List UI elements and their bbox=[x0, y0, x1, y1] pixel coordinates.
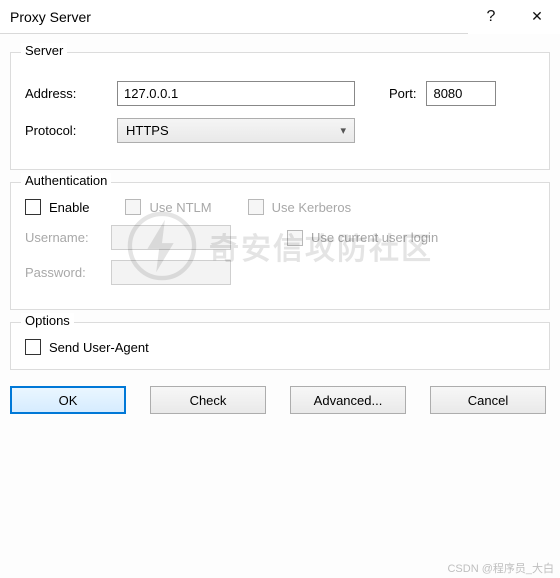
window-title: Proxy Server bbox=[10, 9, 468, 25]
checkbox-icon bbox=[25, 199, 41, 215]
checkbox-icon bbox=[248, 199, 264, 215]
help-icon: ? bbox=[487, 8, 496, 26]
port-input[interactable] bbox=[426, 81, 496, 106]
advanced-button[interactable]: Advanced... bbox=[290, 386, 406, 414]
enable-label: Enable bbox=[49, 200, 89, 215]
server-group-title: Server bbox=[21, 43, 67, 58]
address-input[interactable] bbox=[117, 81, 355, 106]
ok-button[interactable]: OK bbox=[10, 386, 126, 414]
check-button-label: Check bbox=[190, 393, 227, 408]
options-group-title: Options bbox=[21, 313, 74, 328]
authentication-group-title: Authentication bbox=[21, 173, 111, 188]
password-input bbox=[111, 260, 231, 285]
protocol-label: Protocol: bbox=[25, 123, 117, 138]
checkbox-icon bbox=[125, 199, 141, 215]
send-user-agent-label: Send User-Agent bbox=[49, 340, 149, 355]
title-bar: Proxy Server ? ✕ bbox=[0, 0, 560, 34]
server-group: Server Address: Port: Protocol: HTTPS ▾ bbox=[10, 52, 550, 170]
enable-checkbox[interactable]: Enable bbox=[25, 199, 89, 215]
check-button[interactable]: Check bbox=[150, 386, 266, 414]
use-current-user-checkbox: Use current user login bbox=[287, 230, 438, 246]
checkbox-icon bbox=[287, 230, 303, 246]
credit-text: CSDN @程序员_大白 bbox=[447, 560, 554, 576]
cancel-button[interactable]: Cancel bbox=[430, 386, 546, 414]
authentication-group: Authentication 奇安信攻防社区 Enable Use NTLM U… bbox=[10, 182, 550, 310]
button-row: OK Check Advanced... Cancel bbox=[0, 378, 560, 424]
ok-button-label: OK bbox=[59, 393, 78, 408]
options-group: Options Send User-Agent bbox=[10, 322, 550, 370]
protocol-value: HTTPS bbox=[126, 123, 169, 138]
use-kerberos-label: Use Kerberos bbox=[272, 200, 351, 215]
close-button[interactable]: ✕ bbox=[514, 0, 560, 34]
username-label: Username: bbox=[25, 230, 111, 245]
help-button[interactable]: ? bbox=[468, 0, 514, 34]
chevron-down-icon: ▾ bbox=[340, 124, 346, 137]
protocol-select[interactable]: HTTPS ▾ bbox=[117, 118, 355, 143]
use-ntlm-checkbox: Use NTLM bbox=[125, 199, 211, 215]
use-current-user-label: Use current user login bbox=[311, 230, 438, 245]
send-user-agent-checkbox[interactable]: Send User-Agent bbox=[25, 339, 535, 355]
password-label: Password: bbox=[25, 265, 111, 280]
dialog-body: Server Address: Port: Protocol: HTTPS ▾ … bbox=[0, 34, 560, 370]
close-icon: ✕ bbox=[531, 8, 543, 25]
checkbox-icon bbox=[25, 339, 41, 355]
address-label: Address: bbox=[25, 86, 117, 101]
use-ntlm-label: Use NTLM bbox=[149, 200, 211, 215]
username-input bbox=[111, 225, 231, 250]
cancel-button-label: Cancel bbox=[468, 393, 508, 408]
port-label: Port: bbox=[389, 86, 416, 101]
advanced-button-label: Advanced... bbox=[314, 393, 383, 408]
use-kerberos-checkbox: Use Kerberos bbox=[248, 199, 351, 215]
